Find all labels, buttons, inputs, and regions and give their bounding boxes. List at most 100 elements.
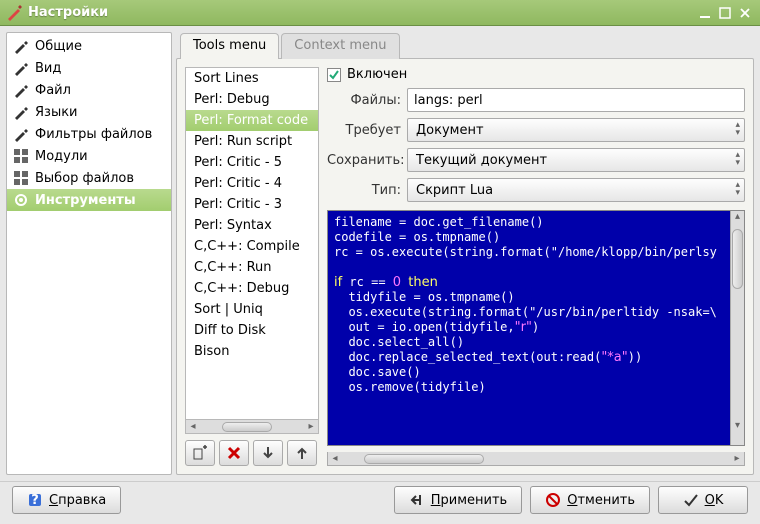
apply-icon bbox=[409, 492, 425, 508]
cancel-button[interactable]: Отменить bbox=[530, 486, 650, 514]
list-item[interactable]: C,C++: Debug bbox=[186, 278, 318, 299]
list-item[interactable]: C,C++: Compile bbox=[186, 236, 318, 257]
scroll-up-icon[interactable]: ▴ bbox=[731, 211, 744, 222]
sidebar-item-filefilters[interactable]: Фильтры файлов bbox=[7, 123, 171, 145]
sidebar-item-languages[interactable]: Языки bbox=[7, 101, 171, 123]
sidebar-item-view[interactable]: Вид bbox=[7, 57, 171, 79]
code-vscroll[interactable]: ▴ ▾ bbox=[730, 211, 744, 445]
tabbar: Tools menu Context menu bbox=[180, 32, 754, 58]
list-item[interactable]: Perl: Debug bbox=[186, 89, 318, 110]
combo-value: Текущий документ bbox=[416, 153, 547, 168]
scroll-left-icon[interactable]: ◂ bbox=[328, 453, 342, 464]
list-item[interactable]: Perl: Critic - 5 bbox=[186, 152, 318, 173]
ok-label-u: O bbox=[705, 493, 715, 508]
close-button[interactable] bbox=[736, 4, 754, 22]
save-label: Сохранить: bbox=[327, 153, 401, 168]
grid-icon bbox=[13, 148, 29, 164]
type-label: Тип: bbox=[327, 183, 401, 198]
list-item[interactable]: Perl: Critic - 4 bbox=[186, 173, 318, 194]
cancel-label-rest: тменить bbox=[577, 493, 635, 508]
tool-list[interactable]: Sort Lines Perl: Debug Perl: Format code… bbox=[185, 67, 319, 420]
pencil-icon bbox=[13, 60, 29, 76]
sidebar-label: Модули bbox=[35, 149, 88, 164]
apply-label-u: П bbox=[431, 493, 441, 508]
apply-button[interactable]: Применить bbox=[394, 486, 522, 514]
minimize-button[interactable] bbox=[696, 4, 714, 22]
sidebar-item-general[interactable]: Общие bbox=[7, 35, 171, 57]
delete-tool-button[interactable] bbox=[219, 440, 249, 466]
tool-list-hscroll[interactable]: ◂ ▸ bbox=[185, 420, 319, 434]
scroll-right-icon[interactable]: ▸ bbox=[730, 453, 744, 464]
tool-list-column: Sort Lines Perl: Debug Perl: Format code… bbox=[185, 67, 319, 466]
tool-form: Включен Файлы: Требует Документ ▴▾ Сохра… bbox=[327, 67, 745, 466]
maximize-button[interactable] bbox=[716, 4, 734, 22]
list-item[interactable]: Diff to Disk bbox=[186, 320, 318, 341]
window-title: Настройки bbox=[28, 5, 694, 20]
sidebar-label: Инструменты bbox=[35, 193, 136, 208]
ok-label-rest: K bbox=[715, 493, 724, 508]
combo-value: Документ bbox=[416, 123, 484, 138]
list-item[interactable]: Perl: Format code bbox=[186, 110, 318, 131]
tab-label: Context menu bbox=[294, 38, 386, 53]
code-hscroll[interactable]: ◂ ▸ bbox=[327, 452, 745, 466]
type-combo[interactable]: Скрипт Lua ▴▾ bbox=[407, 178, 745, 202]
pencil-icon bbox=[13, 82, 29, 98]
scroll-down-icon[interactable]: ▾ bbox=[731, 420, 744, 431]
tab-context-menu[interactable]: Context menu bbox=[281, 33, 399, 59]
content-area: Общие Вид Файл Языки Фильтры файлов Моду… bbox=[0, 26, 760, 481]
ok-button[interactable]: OK bbox=[658, 486, 748, 514]
files-input[interactable] bbox=[407, 88, 745, 112]
move-up-button[interactable] bbox=[287, 440, 317, 466]
scroll-thumb[interactable] bbox=[364, 454, 484, 464]
cancel-label-u: О bbox=[567, 493, 577, 508]
list-item[interactable]: Perl: Run script bbox=[186, 131, 318, 152]
requires-row: Требует Документ ▴▾ bbox=[327, 118, 745, 142]
pencil-icon bbox=[13, 38, 29, 54]
tab-tools-menu[interactable]: Tools menu bbox=[180, 33, 279, 59]
right-pane: Tools menu Context menu Sort Lines Perl:… bbox=[176, 32, 754, 475]
save-combo[interactable]: Текущий документ ▴▾ bbox=[407, 148, 745, 172]
sidebar-item-plugins[interactable]: Модули bbox=[7, 145, 171, 167]
ok-icon bbox=[683, 492, 699, 508]
tab-label: Tools menu bbox=[193, 38, 266, 53]
tab-content: Sort Lines Perl: Debug Perl: Format code… bbox=[176, 58, 754, 475]
list-item[interactable]: Perl: Syntax bbox=[186, 215, 318, 236]
add-tool-button[interactable] bbox=[185, 440, 215, 466]
sidebar-label: Языки bbox=[35, 105, 78, 120]
app-icon bbox=[6, 5, 22, 21]
gear-icon bbox=[13, 192, 29, 208]
type-row: Тип: Скрипт Lua ▴▾ bbox=[327, 178, 745, 202]
titlebar: Настройки bbox=[0, 0, 760, 26]
requires-label: Требует bbox=[327, 123, 401, 138]
sidebar-label: Фильтры файлов bbox=[35, 127, 152, 142]
list-item[interactable]: Sort Lines bbox=[186, 68, 318, 89]
bottom-button-bar: ? Справка Применить Отменить OK bbox=[0, 481, 760, 518]
code-editor[interactable]: filename = doc.get_filename() codefile =… bbox=[328, 211, 730, 445]
move-down-button[interactable] bbox=[253, 440, 283, 466]
sidebar-label: Вид bbox=[35, 61, 61, 76]
list-item[interactable]: Sort | Uniq bbox=[186, 299, 318, 320]
files-label: Файлы: bbox=[327, 93, 401, 108]
sidebar-item-fileselect[interactable]: Выбор файлов bbox=[7, 167, 171, 189]
list-item[interactable]: Bison bbox=[186, 341, 318, 362]
svg-text:?: ? bbox=[31, 493, 39, 508]
list-item[interactable]: Perl: Critic - 3 bbox=[186, 194, 318, 215]
sidebar-item-tools[interactable]: Инструменты bbox=[7, 189, 171, 211]
help-label-u: С bbox=[49, 493, 58, 508]
spinner-icon: ▴▾ bbox=[735, 121, 740, 137]
scroll-right-icon[interactable]: ▸ bbox=[304, 421, 318, 432]
help-label-rest: правка bbox=[58, 493, 106, 508]
list-item[interactable]: C,C++: Run bbox=[186, 257, 318, 278]
scroll-thumb[interactable] bbox=[732, 229, 743, 289]
cancel-icon bbox=[545, 492, 561, 508]
help-button[interactable]: ? Справка bbox=[12, 486, 121, 514]
grid-icon bbox=[13, 170, 29, 186]
scroll-left-icon[interactable]: ◂ bbox=[186, 421, 200, 432]
sidebar-item-file[interactable]: Файл bbox=[7, 79, 171, 101]
enabled-row: Включен bbox=[327, 67, 745, 82]
enabled-checkbox[interactable] bbox=[327, 68, 341, 82]
sidebar-label: Выбор файлов bbox=[35, 171, 134, 186]
tool-buttons bbox=[185, 440, 319, 466]
requires-combo[interactable]: Документ ▴▾ bbox=[407, 118, 745, 142]
scroll-thumb[interactable] bbox=[222, 422, 272, 432]
